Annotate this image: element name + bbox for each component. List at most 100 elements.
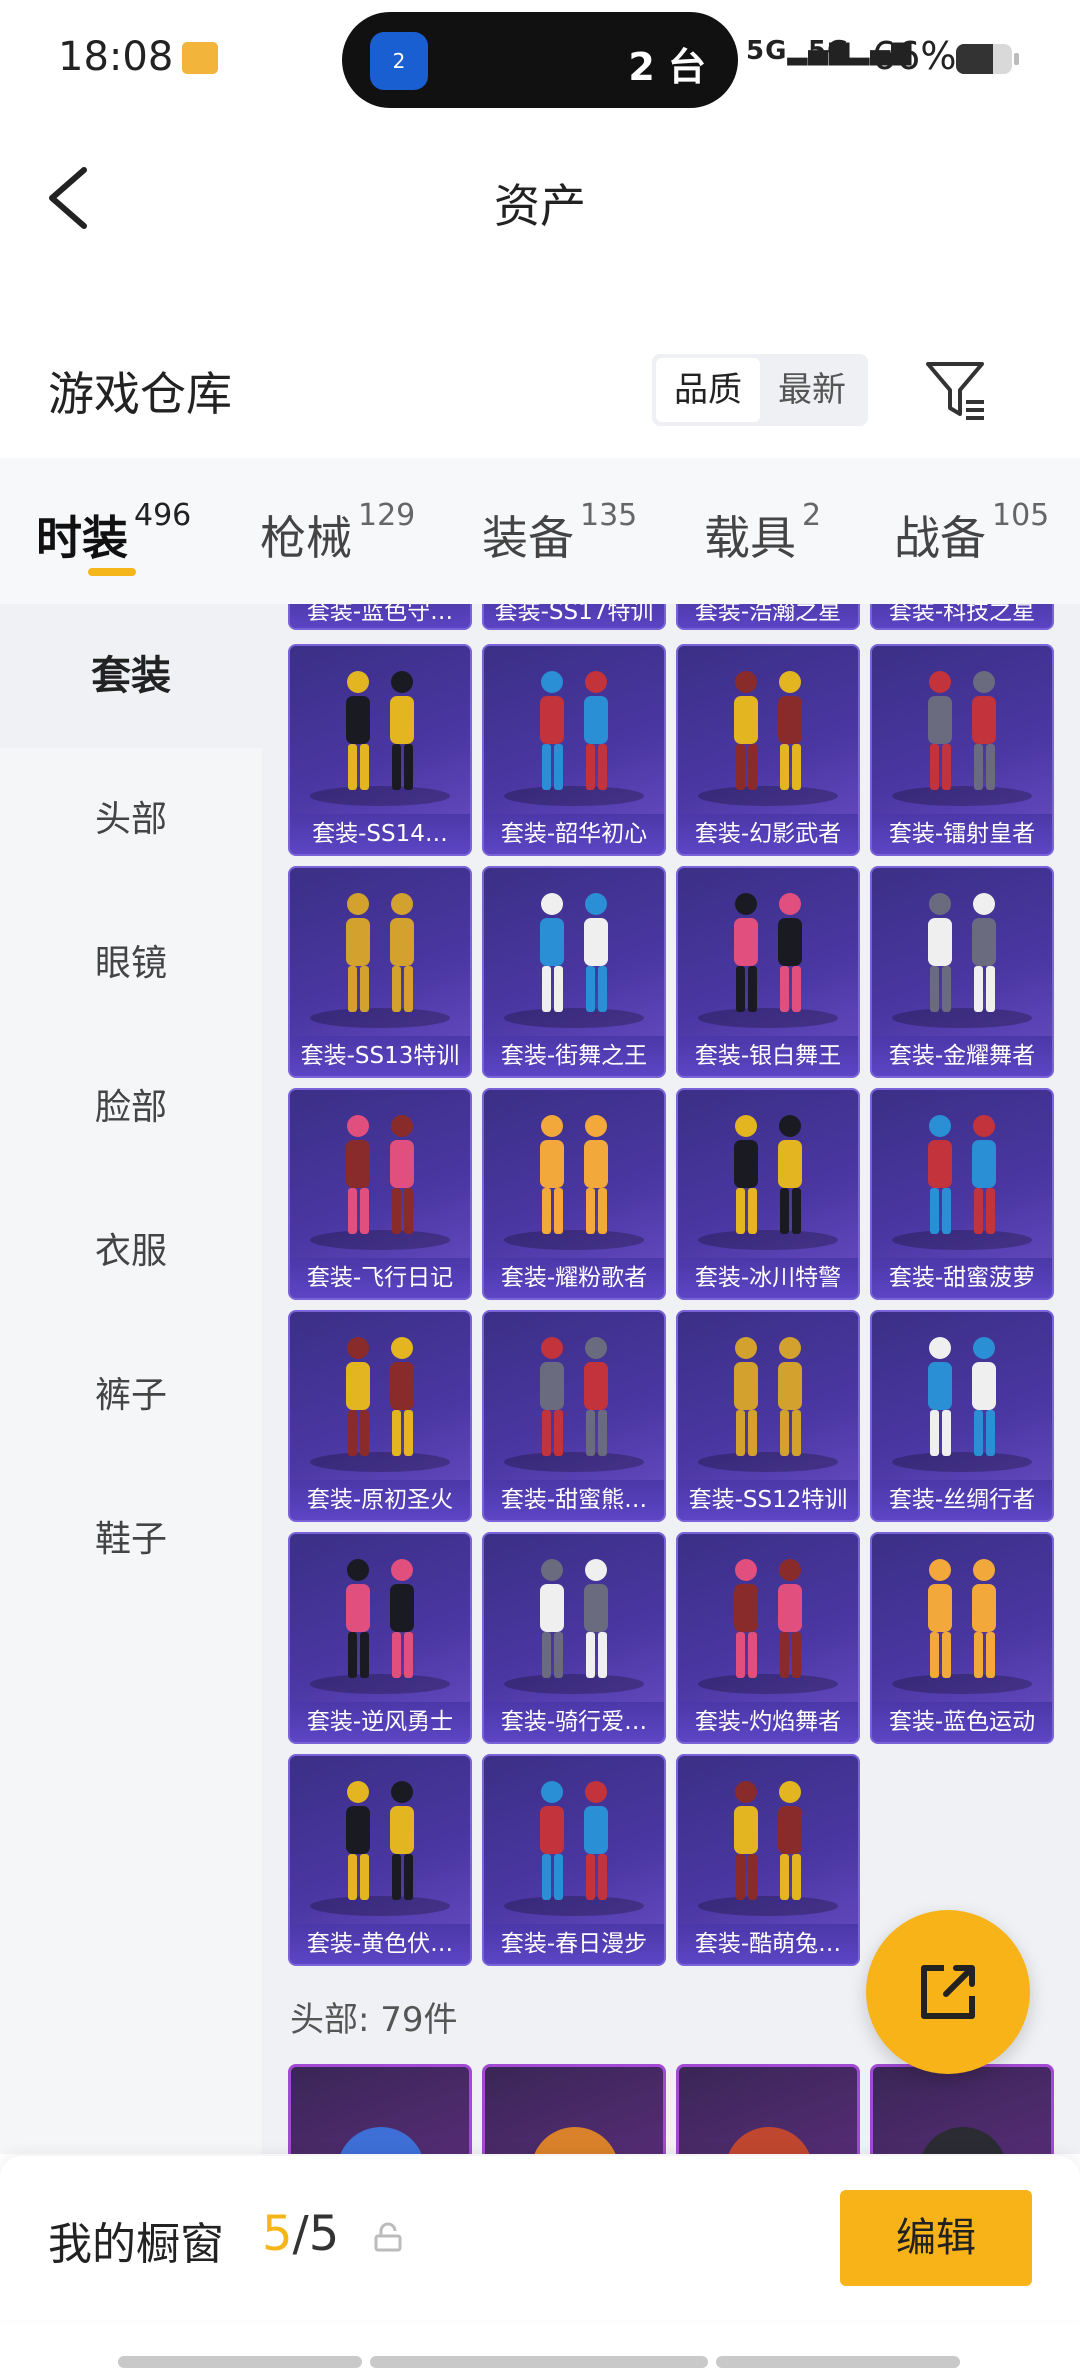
battery-icon xyxy=(956,44,1012,74)
battery-nub xyxy=(1014,53,1019,65)
outfit-card[interactable]: 套装-银白舞王 xyxy=(676,866,860,1078)
outfit-card-label: 套装-丝绸行者 xyxy=(872,1480,1052,1520)
outfit-card[interactable]: 套装-蓝色运动 xyxy=(870,1532,1054,1744)
outfit-card-label: 套装-SS14… xyxy=(290,814,470,854)
outfit-card[interactable]: 套装-飞行日记 xyxy=(288,1088,472,1300)
outfit-card[interactable]: 套装-科技之星 xyxy=(870,604,1054,630)
outfit-card-label: 套装-黄色伏… xyxy=(290,1924,470,1964)
tab-supplies[interactable]: 战备 105 xyxy=(894,498,1049,568)
outfit-card-label: 套装-耀粉歌者 xyxy=(484,1258,664,1298)
head-item-card[interactable] xyxy=(870,2064,1054,2154)
outfit-card[interactable]: 套装-原初圣火 xyxy=(288,1310,472,1522)
outfit-card[interactable]: 套装-甜蜜熊… xyxy=(482,1310,666,1522)
tab-label: 战备 xyxy=(894,511,986,565)
outfit-card[interactable]: 套装-SS14… xyxy=(288,644,472,856)
head-item-illustration xyxy=(340,2127,422,2154)
outfit-card[interactable]: 套装-浩瀚之星 xyxy=(676,604,860,630)
head-item-card[interactable] xyxy=(288,2064,472,2154)
tab-equipment[interactable]: 装备 135 xyxy=(482,498,637,568)
outfit-illustration xyxy=(504,1781,644,1916)
sort-latest-button[interactable]: 最新 xyxy=(760,358,864,422)
sidebar-item-face[interactable]: 脸部 xyxy=(0,1036,262,1180)
outfit-card-label: 套装-金耀舞者 xyxy=(872,1036,1052,1076)
outfit-illustration xyxy=(892,671,1032,806)
outfit-illustration xyxy=(310,893,450,1028)
outfit-card[interactable]: 套装-灼焰舞者 xyxy=(676,1532,860,1744)
head-item-illustration xyxy=(922,2127,1004,2154)
outfit-card[interactable]: 套装-韶华初心 xyxy=(482,644,666,856)
head-item-card[interactable] xyxy=(482,2064,666,2154)
sidebar-item-clothes[interactable]: 衣服 xyxy=(0,1180,262,1324)
broadcast-icon: 2 xyxy=(370,32,428,90)
outfit-card-label: 套装-科技之星 xyxy=(872,604,1052,628)
head-item-illustration xyxy=(534,2127,616,2154)
outfit-illustration xyxy=(698,1559,838,1694)
outfit-card[interactable]: 套装-逆风勇士 xyxy=(288,1532,472,1744)
outfit-card-label: 套装-骑行爱… xyxy=(484,1702,664,1742)
edit-button[interactable]: 编辑 xyxy=(840,2190,1032,2286)
dynamic-island[interactable]: 2 2 台 xyxy=(342,12,738,108)
home-indicator-left xyxy=(118,2356,362,2368)
share-button[interactable] xyxy=(866,1910,1030,2074)
outfit-card[interactable]: 套装-幻影武者 xyxy=(676,644,860,856)
outfit-card-label: 套装-幻影武者 xyxy=(678,814,858,854)
outfit-card[interactable]: 套装-冰川特警 xyxy=(676,1088,860,1300)
tab-guns[interactable]: 枪械 129 xyxy=(260,498,415,568)
status-time: 18:08 xyxy=(58,34,174,80)
sidebar-item-shoes[interactable]: 鞋子 xyxy=(0,1468,262,1612)
outfit-card-label: 套装-SS17特训 xyxy=(484,604,664,628)
showcase-current: 5 xyxy=(262,2206,293,2262)
filter-button[interactable] xyxy=(924,358,988,422)
outfit-card[interactable]: 套装-SS13特训 xyxy=(288,866,472,1078)
sidebar-item-head[interactable]: 头部 xyxy=(0,748,262,892)
outfit-illustration xyxy=(698,671,838,806)
outfit-illustration xyxy=(504,1559,644,1694)
battery-fill xyxy=(956,44,993,74)
showcase-total: /5 xyxy=(292,2206,340,2262)
outfit-card[interactable]: 套装-耀粉歌者 xyxy=(482,1088,666,1300)
sidebar: 套装 头部 眼镜 脸部 衣服 裤子 鞋子 xyxy=(0,604,262,2154)
outfit-card[interactable]: 套装-甜蜜菠萝 xyxy=(870,1088,1054,1300)
tab-vehicles[interactable]: 载具 2 xyxy=(704,498,821,568)
sort-quality-button[interactable]: 品质 xyxy=(656,358,760,422)
tab-count: 2 xyxy=(802,498,822,533)
battery-percent: 66% xyxy=(872,34,957,78)
sidebar-item-suits[interactable]: 套装 xyxy=(0,604,262,748)
outfit-card-label: 套装-原初圣火 xyxy=(290,1480,470,1520)
head-item-illustration xyxy=(728,2127,810,2154)
outfit-card[interactable]: 套装-蓝色守… xyxy=(288,604,472,630)
outfit-illustration xyxy=(892,1337,1032,1472)
head-item-card[interactable] xyxy=(676,2064,860,2154)
outfit-illustration xyxy=(892,1115,1032,1250)
outfit-card[interactable]: 套装-SS12特训 xyxy=(676,1310,860,1522)
showcase-footer: 我的橱窗 5/5 编辑 xyxy=(0,2156,1080,2320)
tab-fashion[interactable]: 时装 496 xyxy=(36,498,191,568)
outfit-card-label: 套装-逆风勇士 xyxy=(290,1702,470,1742)
outfit-illustration xyxy=(504,1115,644,1250)
outfit-card[interactable]: 套装-街舞之王 xyxy=(482,866,666,1078)
island-device-count: 2 台 xyxy=(628,45,706,89)
outfit-card[interactable]: 套装-丝绸行者 xyxy=(870,1310,1054,1522)
outfit-card[interactable]: 套装-春日漫步 xyxy=(482,1754,666,1966)
outfit-illustration xyxy=(310,1781,450,1916)
tab-count: 496 xyxy=(134,498,192,533)
outfit-card[interactable]: 套装-黄色伏… xyxy=(288,1754,472,1966)
outfit-card[interactable]: 套装-SS17特训 xyxy=(482,604,666,630)
outfit-card-label: 套装-灼焰舞者 xyxy=(678,1702,858,1742)
outfit-card-label: 套装-酷萌兔… xyxy=(678,1924,858,1964)
home-indicator-center xyxy=(370,2356,708,2368)
outfit-illustration xyxy=(310,1337,450,1472)
sidebar-item-glasses[interactable]: 眼镜 xyxy=(0,892,262,1036)
head-section-count: 头部: 79件 xyxy=(290,2000,458,2040)
outfit-card[interactable]: 套装-骑行爱… xyxy=(482,1532,666,1744)
outfit-illustration xyxy=(698,1781,838,1916)
outfit-card[interactable]: 套装-金耀舞者 xyxy=(870,866,1054,1078)
outfit-card[interactable]: 套装-酷萌兔… xyxy=(676,1754,860,1966)
tab-count: 135 xyxy=(580,498,638,533)
active-tab-indicator xyxy=(88,568,136,576)
outfit-card[interactable]: 套装-镭射皇者 xyxy=(870,644,1054,856)
outfit-illustration xyxy=(504,671,644,806)
tab-count: 105 xyxy=(992,498,1050,533)
tab-label: 枪械 xyxy=(260,511,352,565)
sidebar-item-pants[interactable]: 裤子 xyxy=(0,1324,262,1468)
